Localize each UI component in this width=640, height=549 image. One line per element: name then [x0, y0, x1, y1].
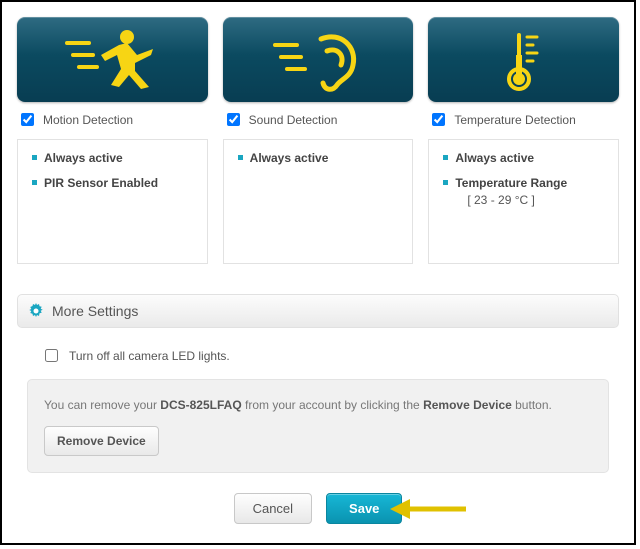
detection-cards: Motion Detection Always active PIR Senso…: [17, 17, 619, 264]
temperature-range: [ 23 - 29 °C ]: [467, 192, 604, 209]
remove-bold: Remove Device: [423, 398, 512, 412]
card-motion: Motion Detection Always active PIR Senso…: [17, 17, 208, 264]
list-item: Always active: [32, 150, 193, 167]
settings-frame: Motion Detection Always active PIR Senso…: [0, 0, 636, 545]
temperature-checkbox[interactable]: [432, 113, 445, 126]
motion-checkbox-row[interactable]: Motion Detection: [17, 110, 208, 129]
sound-panel: Always active: [223, 139, 414, 264]
device-name: DCS-825LFAQ: [160, 398, 241, 412]
card-temperature: Temperature Detection Always active Temp…: [428, 17, 619, 264]
footer-buttons: Cancel Save: [17, 493, 619, 524]
sound-label: Sound Detection: [249, 113, 338, 127]
led-toggle-row[interactable]: Turn off all camera LED lights.: [41, 346, 619, 365]
list-item: Always active: [238, 150, 399, 167]
arrow-annotation-icon: [388, 496, 468, 522]
tile-temperature[interactable]: [428, 17, 619, 102]
card-sound: Sound Detection Always active: [223, 17, 414, 264]
list-item: Always active: [443, 150, 604, 167]
remove-text-mid: from your account by clicking the: [242, 398, 423, 412]
sound-checkbox[interactable]: [227, 113, 240, 126]
more-settings-title: More Settings: [52, 303, 138, 319]
motion-panel: Always active PIR Sensor Enabled: [17, 139, 208, 264]
remove-device-box: You can remove your DCS-825LFAQ from you…: [27, 379, 609, 473]
tile-sound[interactable]: [223, 17, 414, 102]
cancel-button[interactable]: Cancel: [234, 493, 312, 524]
sound-checkbox-row[interactable]: Sound Detection: [223, 110, 414, 129]
sound-icon: [263, 25, 373, 95]
remove-device-button[interactable]: Remove Device: [44, 426, 159, 456]
temperature-icon: [469, 25, 579, 95]
motion-checkbox[interactable]: [21, 113, 34, 126]
gear-icon: [28, 303, 44, 319]
remove-text-post: button.: [512, 398, 552, 412]
motion-label: Motion Detection: [43, 113, 133, 127]
list-item: PIR Sensor Enabled: [32, 175, 193, 192]
remove-text-pre: You can remove your: [44, 398, 160, 412]
more-settings-header[interactable]: More Settings: [17, 294, 619, 328]
led-checkbox[interactable]: [45, 349, 58, 362]
more-settings-section: More Settings Turn off all camera LED li…: [17, 294, 619, 473]
temperature-checkbox-row[interactable]: Temperature Detection: [428, 110, 619, 129]
led-label: Turn off all camera LED lights.: [69, 349, 230, 363]
temperature-label: Temperature Detection: [454, 113, 575, 127]
tile-motion[interactable]: [17, 17, 208, 102]
list-item: Temperature Range [ 23 - 29 °C ]: [443, 175, 604, 209]
motion-icon: [57, 25, 167, 95]
temperature-panel: Always active Temperature Range [ 23 - 2…: [428, 139, 619, 264]
